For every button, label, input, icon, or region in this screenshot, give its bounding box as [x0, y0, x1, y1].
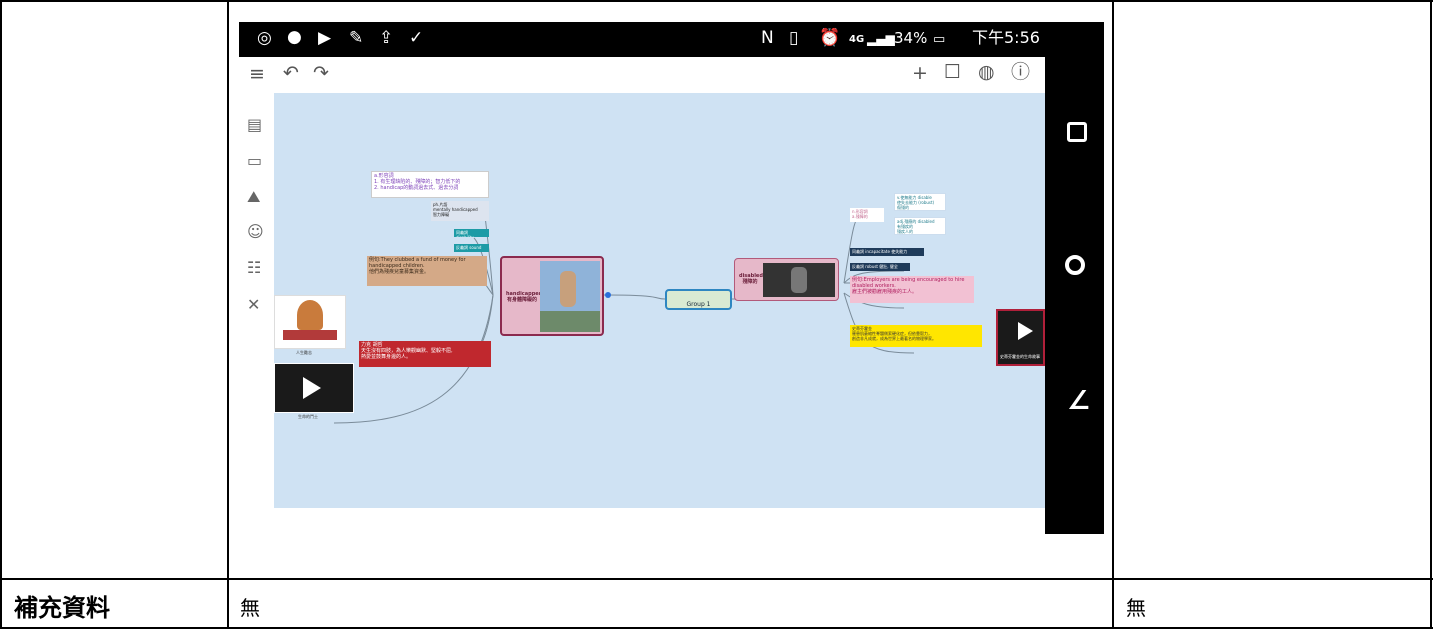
- right-yellow-note[interactable]: 史蒂芬霍金 罹患肌萎縮性脊髓側索硬化症，但依靠毅力， 創造非凡成就，成為世界上最…: [850, 325, 982, 347]
- left-main-node[interactable]: handicapped 有身體障礙的: [500, 256, 604, 336]
- book-caption: 人生勵志: [296, 350, 312, 355]
- signal-icon: ▂▄▆: [867, 32, 895, 46]
- edit-note-icon[interactable]: ☐: [944, 63, 961, 82]
- battery-percent: 34%: [894, 29, 928, 47]
- youtube-icon: ▶: [318, 28, 332, 48]
- right-example-en: 例句:Employers are being encouraged to hir…: [852, 277, 965, 289]
- clipboard-check-icon: ✓: [409, 28, 424, 48]
- photo-person: [560, 271, 576, 307]
- right-pos-line2: a.殘障的: [852, 214, 868, 219]
- right-video-caption: 史蒂芬霍金的生命故事: [1000, 354, 1040, 359]
- center-node[interactable]: Group 1: [665, 289, 732, 310]
- right-main-node[interactable]: disabled 殘障的: [734, 258, 839, 301]
- right-verb-line3: 傷殘的: [897, 205, 909, 210]
- alarm-icon: ⏰: [819, 28, 841, 48]
- right-video-thumbnail[interactable]: 史蒂芬霍金的生命故事: [996, 309, 1045, 366]
- status-bar: ◎ ● ▶ ✎ ⇪ ✓ N ▯ ⏰ 4G ▂▄▆ 34% ▭ 下午5:56: [239, 22, 1045, 57]
- center-node-label: Group 1: [686, 301, 711, 308]
- left-definition-node[interactable]: a.形容詞 1. 有生理缺陷的、殘障的；智力低下的 2. handicap的動詞…: [371, 171, 489, 198]
- table-divider-col1: [227, 0, 229, 629]
- right-pos-node[interactable]: n.形容詞 a.殘障的: [850, 208, 884, 222]
- undo-icon[interactable]: ↶: [283, 64, 299, 83]
- left-example-node[interactable]: 例句:They clubbed a fund of money for hand…: [367, 256, 487, 286]
- supplementary-value-main: 無: [240, 596, 260, 620]
- play-icon: [1018, 322, 1033, 340]
- table-border-right: [1430, 0, 1432, 629]
- right-main-photo: [763, 263, 835, 297]
- right-adj-line3: 殘疾人的: [897, 229, 913, 234]
- image-icon[interactable]: ⛰: [247, 189, 260, 205]
- right-verb-node[interactable]: v.使無能力 disable 使失去能力 (robust) 傷殘的: [894, 193, 946, 211]
- note-icon[interactable]: ☷: [247, 260, 261, 276]
- battery-icon: ▭: [933, 32, 946, 47]
- redo-icon[interactable]: ↷: [313, 64, 329, 83]
- supplementary-value-side: 無: [1126, 596, 1146, 620]
- app-toolbar: ≡ ↶ ↷ + ☐ ◍ ⓘ: [239, 57, 1045, 93]
- left-example-en: 例句:They clubbed a fund of money for hand…: [369, 257, 466, 269]
- add-icon[interactable]: +: [912, 64, 928, 83]
- play-icon: [303, 377, 321, 399]
- right-main-label: disabled 殘障的: [739, 273, 763, 285]
- left-video-caption: 生命的鬥士: [298, 414, 318, 419]
- left-main-label: handicapped 有身體障礙的: [506, 291, 540, 303]
- network-type: 4G: [849, 34, 865, 45]
- theme-icon[interactable]: ◍: [978, 63, 995, 82]
- left-red-note[interactable]: 力克 胡哲 天生沒有四肢，為人樂觀幽默、堅毅不屈, 熱愛並鼓舞身邊的人。: [359, 341, 491, 367]
- outline-icon[interactable]: ▤: [247, 117, 262, 133]
- book-cover-image[interactable]: [274, 295, 346, 349]
- vibrate-icon: ▯: [789, 28, 799, 48]
- right-example-zh: 雇主們被勸雇用殘疾的工人。: [852, 289, 918, 295]
- left-synonym-node[interactable]: 同義詞 disability: [454, 229, 489, 237]
- mindmap-canvas[interactable]: a.形容詞 1. 有生理缺陷的、殘障的；智力低下的 2. handicap的動詞…: [274, 93, 1045, 508]
- table-border-top: [0, 0, 1433, 2]
- left-example-zh: 他們為殘疾兒童募集資金。: [369, 269, 430, 275]
- right-adj-node[interactable]: adj.殘廢的 disabled 有殘疾的 殘疾人的: [894, 217, 946, 235]
- left-ph-line2: 智力障礙: [433, 212, 449, 217]
- edit-icon: ✎: [349, 28, 364, 48]
- supplementary-label: 補充資料: [14, 593, 110, 622]
- home-icon[interactable]: [1065, 255, 1085, 275]
- upload-icon: ⇪: [379, 28, 394, 48]
- right-yellow-line2: 創造非凡成就，成為世界上最著名的物理學家。: [852, 336, 936, 341]
- table-divider-row: [0, 578, 1433, 580]
- table-border-left: [0, 0, 2, 629]
- right-example-node[interactable]: 例句:Employers are being encouraged to hir…: [850, 276, 974, 303]
- info-icon[interactable]: ⓘ: [1011, 63, 1030, 82]
- right-antonym-node[interactable]: 反義詞 robust 健壯, 健全: [850, 263, 910, 271]
- line-icon: ●: [287, 27, 302, 47]
- left-main-photo: [540, 261, 600, 332]
- collapse-icon[interactable]: ✕: [247, 297, 260, 313]
- left-phrase-node[interactable]: ph.片語 mentally handicapped 智力障礙: [431, 201, 489, 221]
- left-def-line2: 2. handicap的動詞過去式、過去分詞: [374, 185, 459, 191]
- android-nav-bar: ∠: [1045, 22, 1104, 534]
- relationship-icon[interactable]: ▭: [247, 153, 262, 169]
- phone-screenshot: ◎ ● ▶ ✎ ⇪ ✓ N ▯ ⏰ 4G ▂▄▆ 34% ▭ 下午5:56 ≡ …: [239, 22, 1104, 534]
- left-antonym-node[interactable]: 反義詞 sound: [454, 244, 489, 252]
- clock: 下午5:56: [972, 28, 1040, 47]
- table-divider-col2: [1112, 0, 1114, 629]
- back-icon[interactable]: ∠: [1067, 388, 1090, 414]
- book-cover-title-bar: [283, 330, 337, 340]
- side-toolbar: ▤ ▭ ⛰ ☺ ☷ ✕: [239, 93, 274, 534]
- photo-ground: [540, 311, 600, 332]
- menu-icon[interactable]: ≡: [249, 65, 265, 84]
- right-synonym-node[interactable]: 同義詞 incapacitate 使失能力: [850, 248, 924, 256]
- left-red-line2: 熱愛並鼓舞身邊的人。: [361, 354, 412, 360]
- nfc-icon: N: [761, 28, 774, 48]
- emoji-icon[interactable]: ☺: [247, 224, 264, 240]
- left-video-thumbnail[interactable]: [274, 363, 354, 413]
- book-cover-figure: [297, 300, 323, 330]
- instagram-icon: ◎: [257, 28, 272, 48]
- photo-wheelchair-figure: [791, 267, 807, 293]
- recent-apps-icon[interactable]: [1067, 122, 1087, 142]
